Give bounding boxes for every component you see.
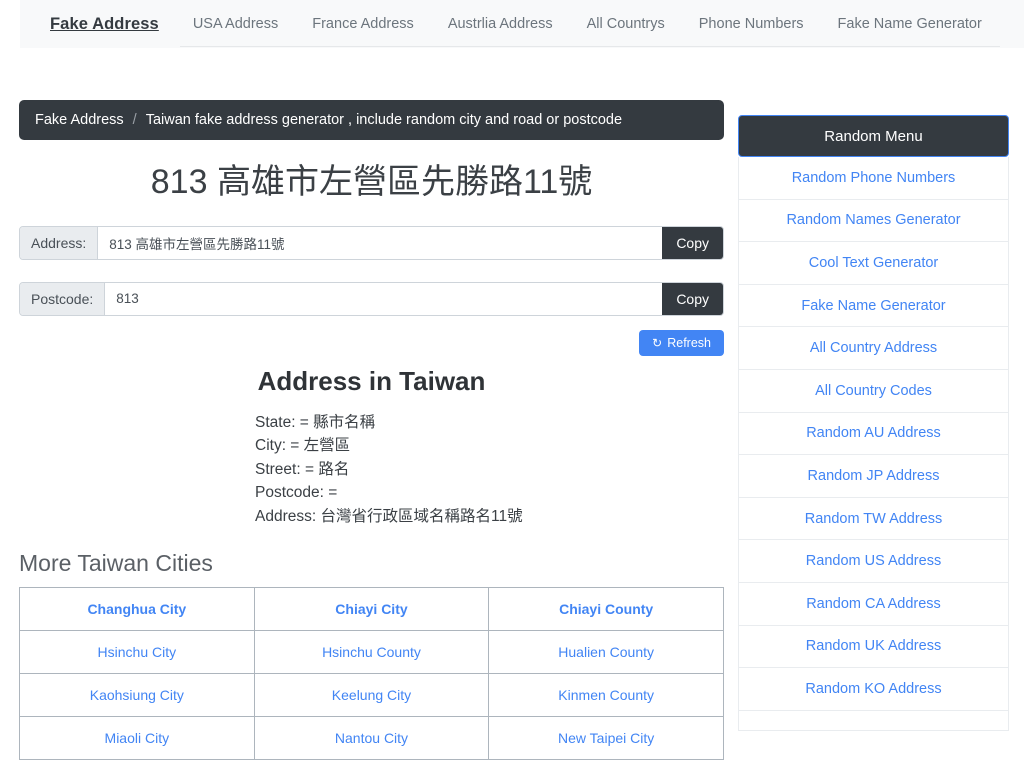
breadcrumb-root-link[interactable]: Fake Address — [35, 112, 124, 128]
address-detail-heading: Address in Taiwan — [257, 365, 486, 396]
sidebar-item-cool-text-generator[interactable]: Cool Text Generator — [739, 242, 1008, 285]
sidebar-item-all-country-codes[interactable]: All Country Codes — [739, 369, 1008, 413]
postcode-copy-button[interactable]: Copy — [662, 282, 723, 315]
sidebar-item-random-tw-address[interactable]: Random TW Address — [739, 497, 1008, 541]
detail-line-city: City: = 左營區 — [255, 437, 351, 454]
sidebar-item-random-us-address[interactable]: Random US Address — [739, 540, 1008, 583]
sidebar-item-random-au-address[interactable]: Random AU Address — [739, 412, 1008, 456]
nav-link-usa-address[interactable]: USA Address — [193, 16, 278, 32]
breadcrumb-separator: / — [132, 112, 137, 128]
sidebar-item-fake-name-generator[interactable]: Fake Name Generator — [739, 284, 1008, 328]
city-cell[interactable]: Changhua City — [19, 587, 255, 631]
sidebar-item-random-uk-address[interactable]: Random UK Address — [739, 625, 1008, 669]
sidebar-item-random-phone-numbers[interactable]: Random Phone Numbers — [739, 157, 1008, 200]
page-body: Fake Address / Taiwan fake address gener… — [0, 48, 1024, 760]
nav-link-fake-name-generator[interactable]: Fake Name Generator — [838, 16, 982, 32]
city-cell[interactable]: Kinmen County — [488, 673, 724, 717]
nav-brand-fake-address[interactable]: Fake Address — [50, 15, 159, 34]
random-menu-sidebar: Random Menu Random Phone Numbers Random … — [738, 115, 1009, 731]
refresh-row: ↻ Refresh — [19, 329, 724, 356]
refresh-button[interactable]: ↻ Refresh — [639, 329, 724, 356]
refresh-button-label: Refresh — [667, 335, 711, 350]
sidebar-item-all-country-address[interactable]: All Country Address — [739, 327, 1008, 370]
city-cell[interactable]: Hsinchu County — [253, 630, 490, 674]
city-cell[interactable]: Miaoli City — [19, 716, 255, 760]
taiwan-cities-table: Changhua City Chiayi City Chiayi County … — [19, 587, 724, 760]
nav-link-all-countrys[interactable]: All Countrys — [587, 16, 665, 32]
refresh-icon: ↻ — [652, 335, 663, 350]
address-input-group: Address: Copy — [19, 225, 724, 260]
city-cell[interactable]: Keelung City — [253, 673, 490, 717]
address-input[interactable] — [98, 226, 663, 259]
nav-divider — [180, 46, 1000, 47]
sidebar-item-random-names-generator[interactable]: Random Names Generator — [739, 199, 1008, 243]
detail-line-postcode: Postcode: = — [255, 484, 338, 501]
detail-line-address: Address: 台灣省行政區域名稱路名11號 — [255, 507, 523, 525]
city-cell[interactable]: Chiayi City — [253, 587, 490, 631]
city-cell[interactable]: Hsinchu City — [19, 630, 255, 674]
city-cell[interactable]: Kaohsiung City — [19, 673, 255, 717]
table-row: Changhua City Chiayi City Chiayi County — [19, 587, 724, 631]
generated-address-title: 813 高雄市左營區先勝路11號 — [150, 163, 593, 201]
nav-link-france-address[interactable]: France Address — [312, 16, 414, 32]
breadcrumb-current: Taiwan fake address generator , include … — [145, 112, 623, 128]
address-detail-block: Address in Taiwan State: = 縣市名稱 City: = … — [19, 366, 724, 529]
table-row: Miaoli City Nantou City New Taipei City — [19, 716, 724, 760]
address-field-label: Address: — [20, 226, 99, 259]
random-menu-title: Random Menu — [738, 115, 1009, 157]
detail-line-street: Street: = 路名 — [255, 460, 350, 478]
sidebar-item-random-ko-address[interactable]: Random KO Address — [739, 668, 1008, 711]
postcode-input-group: Postcode: Copy — [19, 281, 724, 316]
nav-link-phone-numbers[interactable]: Phone Numbers — [699, 16, 804, 32]
random-menu-list: Random Phone Numbers Random Names Genera… — [738, 157, 1009, 731]
more-cities-heading: More Taiwan Cities — [19, 550, 213, 576]
main-content-column: Fake Address / Taiwan fake address gener… — [19, 100, 724, 760]
sidebar-item-random-ca-address[interactable]: Random CA Address — [739, 582, 1008, 626]
city-cell[interactable]: Hualien County — [488, 630, 724, 674]
postcode-field-label: Postcode: — [20, 282, 106, 315]
city-cell[interactable]: New Taipei City — [488, 716, 724, 760]
sidebar-item-random-jp-address[interactable]: Random JP Address — [739, 455, 1008, 498]
top-navigation-bar: Fake Address USA Address France Address … — [20, 0, 1024, 48]
breadcrumb: Fake Address / Taiwan fake address gener… — [19, 100, 724, 140]
table-row: Hsinchu City Hsinchu County Hualien Coun… — [19, 630, 724, 674]
detail-line-state: State: = 縣市名稱 — [255, 413, 376, 431]
address-copy-button[interactable]: Copy — [662, 226, 723, 259]
nav-link-austrlia-address[interactable]: Austrlia Address — [448, 16, 553, 32]
postcode-input[interactable] — [105, 282, 663, 315]
city-cell[interactable]: Chiayi County — [488, 587, 724, 631]
table-row: Kaohsiung City Keelung City Kinmen Count… — [19, 673, 724, 717]
city-cell[interactable]: Nantou City — [253, 716, 490, 760]
sidebar-item-partial[interactable] — [739, 710, 1008, 731]
